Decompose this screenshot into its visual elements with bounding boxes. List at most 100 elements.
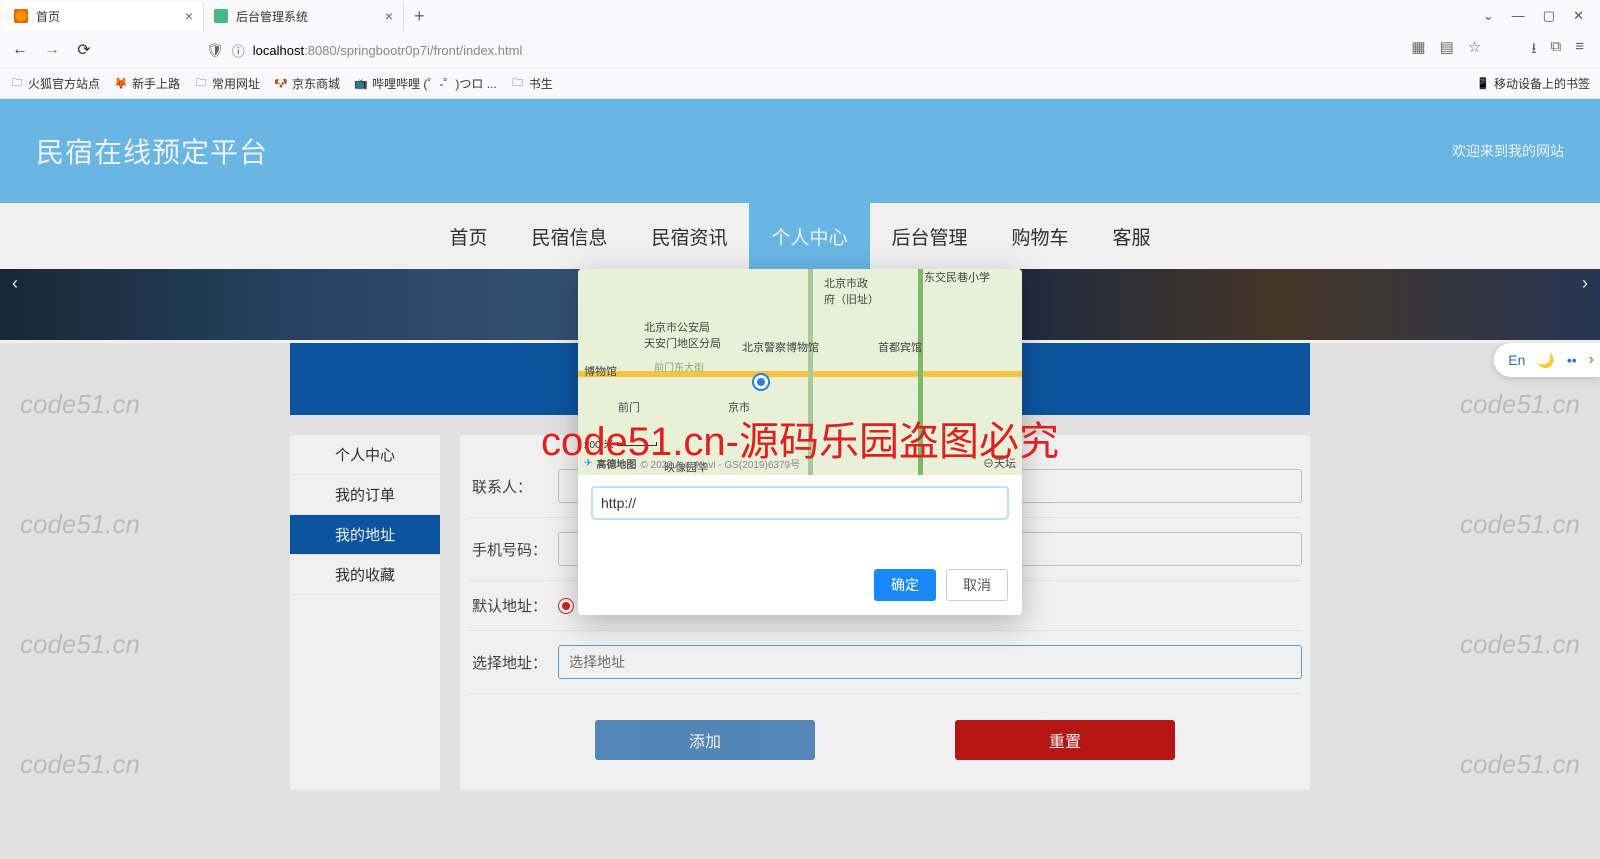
map-label-dongjiao: 东交民巷小学 (924, 269, 990, 285)
radio-checked-icon (558, 598, 574, 614)
site-header: 民宿在线预定平台 欢迎来到我的网站 (0, 99, 1600, 203)
qr-icon[interactable]: ▦ (1411, 38, 1425, 63)
form-buttons: 添加 重置 (468, 720, 1302, 760)
window-minimize-button[interactable]: — (1512, 8, 1525, 24)
mobile-icon: 📱 (1476, 77, 1490, 91)
sidebar-item-orders[interactable]: 我的订单 (290, 475, 440, 515)
label-contact: 联系人： (468, 476, 558, 497)
map-label-police-museum: 北京警察博物馆 (742, 339, 819, 355)
form-row-select-addr: 选择地址： (468, 631, 1302, 694)
bookmark-item[interactable]: 🦊新手上路 (114, 75, 180, 92)
url-box[interactable]: 🛡 ⓘ localhost:8080/springbootr0p7i/front… (106, 41, 1399, 60)
url-text: localhost:8080/springbootr0p7i/front/ind… (253, 43, 523, 58)
browser-chrome: 首页 × 后台管理系统 × + ⌄ — ▢ ✕ ← → ⟳ 🛡 ⓘ localh… (0, 0, 1600, 99)
modal-body: 确定 取消 (578, 475, 1022, 615)
bookmark-item[interactable]: 🐶京东商城 (274, 75, 340, 92)
window-maximize-button[interactable]: ▢ (1543, 8, 1555, 24)
nav-minsu-info[interactable]: 民宿信息 (509, 203, 629, 269)
map-label-capital-hotel: 首都宾馆 (878, 339, 922, 355)
nav-personal-center[interactable]: 个人中心 (749, 203, 869, 269)
tab-title: 首页 (36, 8, 60, 25)
nav-cart[interactable]: 购物车 (990, 203, 1091, 269)
personal-sidebar: 个人中心 我的订单 我的地址 我的收藏 (290, 435, 440, 790)
browser-tab-1[interactable]: 后台管理系统 × (204, 1, 404, 31)
label-select-addr: 选择地址： (468, 652, 558, 673)
map-marker-icon (754, 375, 768, 389)
app-menu-icon[interactable]: ≡ (1575, 38, 1584, 63)
map-label-qianmen: 前门 (618, 399, 640, 415)
new-tab-button[interactable]: + (404, 6, 435, 27)
carousel-next-icon[interactable]: › (1582, 273, 1588, 294)
select-address-input[interactable] (558, 645, 1302, 679)
floating-toolbar: En 🌙 •• › (1494, 343, 1600, 377)
browser-tab-0[interactable]: 首页 × (4, 1, 204, 31)
map-label-police: 北京市公安局 天安门地区分局 (644, 319, 721, 351)
modal-cancel-button[interactable]: 取消 (946, 569, 1008, 601)
firefox-icon: 🦊 (114, 77, 128, 91)
welcome-text: 欢迎来到我的网站 (1452, 141, 1564, 161)
sidebar-item-address[interactable]: 我的地址 (290, 515, 440, 555)
tab-bar: 首页 × 后台管理系统 × + ⌄ — ▢ ✕ (0, 0, 1600, 32)
map-road (808, 269, 813, 475)
bookmark-mobile[interactable]: 📱移动设备上的书签 (1476, 75, 1590, 92)
address-bar: ← → ⟳ 🛡 ⓘ localhost:8080/springbootr0p7i… (0, 32, 1600, 68)
extensions-icon[interactable]: ⧉ (1551, 38, 1562, 63)
bookmark-item[interactable]: 🗀常用网址 (194, 75, 260, 92)
modal-url-input[interactable] (592, 487, 1008, 519)
carousel-prev-icon[interactable]: ‹ (12, 273, 18, 294)
map-label-gov: 北京市政 府（旧址） (824, 275, 879, 307)
bookmarks-bar: 🗀火狐官方站点 🦊新手上路 🗀常用网址 🐶京东商城 📺哔哩哔哩 (゜-゜)つロ … (0, 68, 1600, 98)
map-label-tiantan: ⊖天坛 (983, 455, 1016, 471)
dark-mode-icon[interactable]: 🌙 (1537, 352, 1554, 369)
download-icon[interactable]: ⭳ (1531, 38, 1536, 63)
map-road (578, 371, 1022, 377)
folder-icon: 🗀 (511, 77, 525, 91)
nav-back-button[interactable]: ← (10, 41, 30, 59)
bookmark-item[interactable]: 🗀火狐官方站点 (10, 75, 100, 92)
tab-title: 后台管理系统 (236, 8, 308, 25)
bookmark-item[interactable]: 📺哔哩哔哩 (゜-゜)つロ ... (354, 75, 497, 92)
favicon-firefox-icon (14, 9, 28, 23)
bilibili-icon: 📺 (354, 77, 368, 91)
tab-close-icon[interactable]: × (185, 8, 193, 24)
connection-icon[interactable]: ⓘ (232, 41, 245, 60)
nav-service[interactable]: 客服 (1091, 203, 1173, 269)
map-road (918, 269, 923, 475)
more-icon[interactable]: •• (1567, 352, 1577, 368)
jd-icon: 🐶 (274, 77, 288, 91)
modal-ok-button[interactable]: 确定 (874, 569, 936, 601)
page-viewport: code51.cncode51.cncode51.cncode51.cncode… (0, 99, 1600, 859)
favicon-vue-icon (214, 9, 228, 23)
sidebar-item-personal[interactable]: 个人中心 (290, 435, 440, 475)
map-label-street: 前门东大街 (654, 359, 704, 374)
addr-right-icons: ▦ ▤ ☆ ⭳ ⧉ ≡ (1411, 38, 1590, 63)
window-close-button[interactable]: ✕ (1573, 8, 1584, 24)
window-controls: ⌄ — ▢ ✕ (1483, 8, 1596, 24)
nav-forward-button[interactable]: → (42, 41, 62, 59)
bookmark-item[interactable]: 🗀书生 (511, 75, 553, 92)
folder-icon: 🗀 (194, 77, 208, 91)
map-label-x: 京市 (728, 399, 750, 415)
star-icon[interactable]: ☆ (1468, 38, 1481, 63)
main-nav: 首页 民宿信息 民宿资讯 个人中心 后台管理 购物车 客服 (0, 203, 1600, 269)
window-caret-icon[interactable]: ⌄ (1483, 8, 1494, 24)
label-default: 默认地址： (468, 595, 558, 616)
map-credit: ✈高德地图© 2022 AutoNavi - GS(2019)6379号 (584, 456, 800, 471)
nav-admin[interactable]: 后台管理 (870, 203, 990, 269)
map-modal: 博物馆 北京市公安局 天安门地区分局 北京警察博物馆 北京市政 府（旧址） 东交… (578, 269, 1022, 615)
nav-reload-button[interactable]: ⟳ (74, 40, 94, 60)
collapse-icon[interactable]: › (1589, 351, 1594, 369)
sidebar-item-favorites[interactable]: 我的收藏 (290, 555, 440, 595)
nav-home[interactable]: 首页 (427, 203, 509, 269)
site-title: 民宿在线预定平台 (36, 131, 268, 171)
reader-icon[interactable]: ▤ (1440, 38, 1454, 63)
tab-close-icon[interactable]: × (385, 8, 393, 24)
lang-toggle[interactable]: En (1508, 352, 1525, 368)
modal-footer: 确定 取消 (592, 569, 1008, 601)
map-canvas[interactable]: 博物馆 北京市公安局 天安门地区分局 北京警察博物馆 北京市政 府（旧址） 东交… (578, 269, 1022, 475)
folder-icon: 🗀 (10, 77, 24, 91)
shield-icon[interactable]: 🛡 (206, 42, 224, 59)
reset-button[interactable]: 重置 (955, 720, 1175, 760)
nav-minsu-news[interactable]: 民宿资讯 (629, 203, 749, 269)
add-button[interactable]: 添加 (595, 720, 815, 760)
